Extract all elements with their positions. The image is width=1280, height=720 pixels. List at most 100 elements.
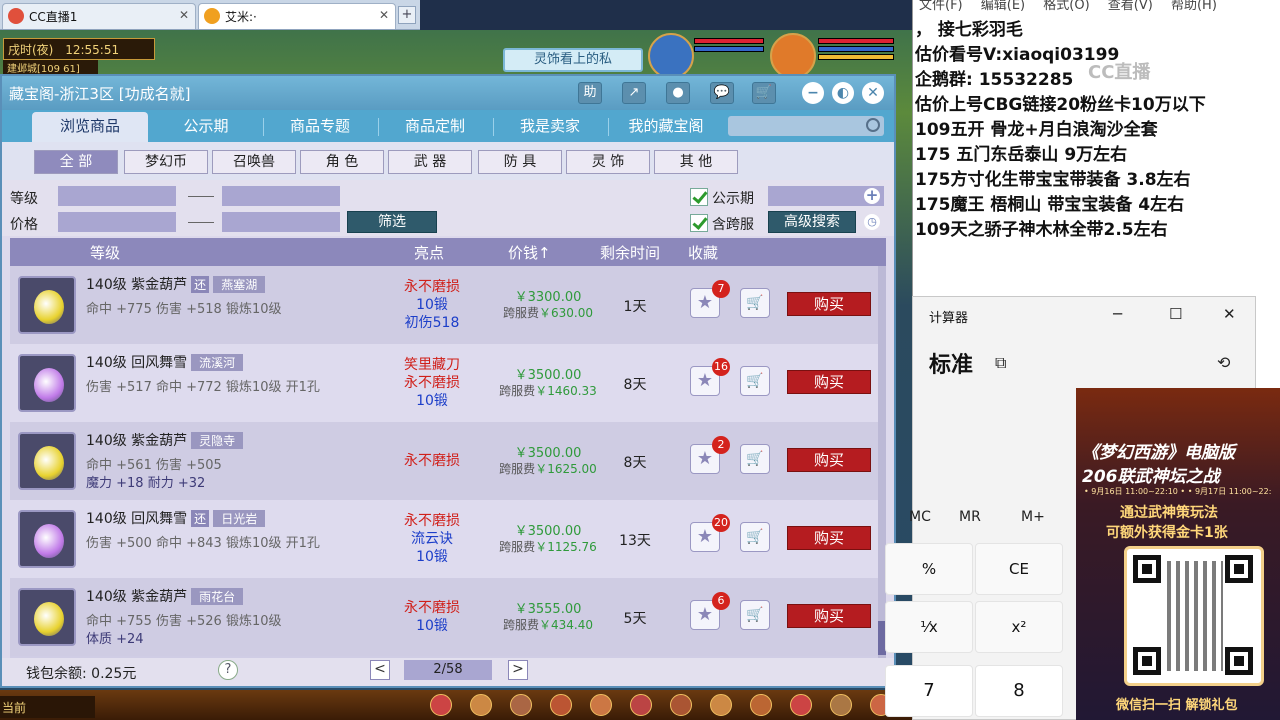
close-icon[interactable]: ✕ <box>862 82 884 104</box>
reciprocal-key[interactable]: ⅟x <box>885 601 973 653</box>
scrollbar-track[interactable] <box>878 266 886 658</box>
buy-button[interactable]: 购买 <box>787 526 871 550</box>
table-row[interactable]: 140级 紫金葫芦 雨花台 命中 +755 伤害 +526 锻炼10级 体质 +24 永… <box>10 578 878 656</box>
digit-8-key[interactable]: 8 <box>975 665 1063 717</box>
filter-button[interactable]: 筛选 <box>347 211 437 233</box>
cross-server-checkbox[interactable] <box>690 214 708 232</box>
new-tab-button[interactable]: + <box>398 6 416 24</box>
cart-icon[interactable]: 🛒 <box>740 522 770 552</box>
menu-icon[interactable] <box>590 694 612 716</box>
close-icon[interactable]: ✕ <box>1223 305 1236 323</box>
buy-button[interactable]: 购买 <box>787 448 871 472</box>
menu-icon[interactable] <box>510 694 532 716</box>
tab-public[interactable]: 公示期 <box>150 112 262 142</box>
buy-button[interactable]: 购买 <box>787 292 871 316</box>
tab-topics[interactable]: 商品专题 <box>264 112 376 142</box>
page-indicator[interactable]: 2/58 <box>404 660 492 680</box>
cart-icon[interactable]: 🛒 <box>740 288 770 318</box>
item-icon[interactable] <box>18 432 76 490</box>
percent-key[interactable]: % <box>885 543 973 595</box>
table-row[interactable]: 140级 回风舞雪 流溪河 伤害 +517 命中 +772 锻炼10级 开1孔 笑里藏… <box>10 344 878 422</box>
qr-code-icon[interactable] <box>1124 546 1264 686</box>
price-max-input[interactable] <box>222 212 340 232</box>
price-min-input[interactable] <box>58 212 176 232</box>
minimize-icon[interactable]: − <box>802 82 824 104</box>
item-icon[interactable] <box>18 354 76 412</box>
item-icon[interactable] <box>18 510 76 568</box>
close-tab-icon[interactable]: ✕ <box>179 8 189 22</box>
cart-icon[interactable]: 🛒 <box>740 366 770 396</box>
tab-my-pavilion[interactable]: 我的藏宝阁 <box>609 112 723 142</box>
table-row[interactable]: 140级 回风舞雪还日光岩 伤害 +500 命中 +843 锻炼10级 开1孔 永不… <box>10 500 878 578</box>
help-icon[interactable]: 助 <box>578 82 602 104</box>
menu-icon[interactable] <box>630 694 652 716</box>
clear-entry-key[interactable]: CE <box>975 543 1063 595</box>
help-icon[interactable]: ? <box>218 660 238 680</box>
menu-icon[interactable] <box>790 694 812 716</box>
add-icon[interactable]: + <box>864 188 880 204</box>
menu-format[interactable]: 格式(O) <box>1043 0 1089 13</box>
share-icon[interactable]: ↗ <box>622 82 646 104</box>
ornament-banner[interactable]: 灵饰看上的私 <box>503 48 643 72</box>
chat-icon[interactable]: 💬 <box>710 82 734 104</box>
item-icon[interactable] <box>18 276 76 334</box>
tab-seller[interactable]: 我是卖家 <box>494 112 606 142</box>
menu-icon[interactable] <box>830 694 852 716</box>
memory-add-button[interactable]: M+ <box>1021 509 1045 525</box>
menu-icon[interactable] <box>750 694 772 716</box>
promo-ad[interactable]: 《梦幻西游》电脑版 206联武神坛之战 • 9月16日 11:00~22:10 … <box>1076 388 1280 720</box>
browser-tab-cc[interactable]: CC直播1 ✕ <box>2 3 196 29</box>
category-money[interactable]: 梦幻币 <box>124 150 208 174</box>
public-checkbox[interactable] <box>690 188 708 206</box>
maximize-icon[interactable]: ☐ <box>1169 305 1182 323</box>
category-all[interactable]: 全 部 <box>34 150 118 174</box>
square-key[interactable]: x² <box>975 601 1063 653</box>
menu-help[interactable]: 帮助(H) <box>1171 0 1217 13</box>
menu-icon[interactable] <box>550 694 572 716</box>
menu-icon[interactable] <box>470 694 492 716</box>
prev-page-button[interactable]: < <box>370 660 390 680</box>
pet-portrait-icon[interactable] <box>648 33 694 79</box>
category-armor[interactable]: 防 具 <box>478 150 562 174</box>
col-level[interactable]: 等级 <box>90 242 120 263</box>
buy-button[interactable]: 购买 <box>787 370 871 394</box>
memory-clear-button[interactable]: MC <box>909 509 931 525</box>
level-max-input[interactable] <box>222 186 340 206</box>
menu-icon[interactable] <box>710 694 732 716</box>
minimize-icon[interactable]: ─ <box>1113 305 1122 323</box>
col-price[interactable]: 价钱↑ <box>508 242 551 263</box>
menu-icon[interactable] <box>670 694 692 716</box>
menu-icon[interactable] <box>430 694 452 716</box>
channel-label[interactable]: 当前 <box>0 696 95 718</box>
tab-custom[interactable]: 商品定制 <box>379 112 491 142</box>
category-pets[interactable]: 召唤兽 <box>212 150 296 174</box>
cart-icon[interactable]: 🛒 <box>740 600 770 630</box>
memory-recall-button[interactable]: MR <box>959 509 981 525</box>
category-roles[interactable]: 角 色 <box>300 150 384 174</box>
level-min-input[interactable] <box>58 186 176 206</box>
record-icon[interactable]: ● <box>666 82 690 104</box>
digit-7-key[interactable]: 7 <box>885 665 973 717</box>
tab-browse[interactable]: 浏览商品 <box>32 112 148 142</box>
menu-file[interactable]: 文件(F) <box>919 0 963 13</box>
table-row[interactable]: 140级 紫金葫芦还燕塞湖 命中 +775 伤害 +518 锻炼10级 永不磨损 10… <box>10 266 878 344</box>
category-ornaments[interactable]: 灵 饰 <box>566 150 650 174</box>
search-icon[interactable] <box>866 118 880 132</box>
category-weapons[interactable]: 武 器 <box>388 150 472 174</box>
col-remaining[interactable]: 剩余时间 <box>600 242 660 263</box>
advanced-search-button[interactable]: 高级搜索 <box>768 211 856 233</box>
clock-icon[interactable]: ◷ <box>864 214 880 230</box>
cart-icon[interactable]: 🛒 <box>752 82 776 104</box>
settings-icon[interactable]: ◐ <box>832 82 854 104</box>
history-icon[interactable]: ⟲ <box>1217 353 1230 372</box>
next-page-button[interactable]: > <box>508 660 528 680</box>
menu-edit[interactable]: 编辑(E) <box>981 0 1025 13</box>
close-tab-icon[interactable]: ✕ <box>379 8 389 22</box>
player-portrait-icon[interactable] <box>770 33 816 79</box>
item-icon[interactable] <box>18 588 76 646</box>
table-row[interactable]: 140级 紫金葫芦 灵隐寺 命中 +561 伤害 +505 魔力 +18 耐力 +32… <box>10 422 878 500</box>
keep-on-top-icon[interactable]: ⧉ <box>995 353 1006 373</box>
browser-tab-game[interactable]: 艾米:· ✕ <box>198 3 396 29</box>
buy-button[interactable]: 购买 <box>787 604 871 628</box>
search-input[interactable] <box>728 116 884 136</box>
